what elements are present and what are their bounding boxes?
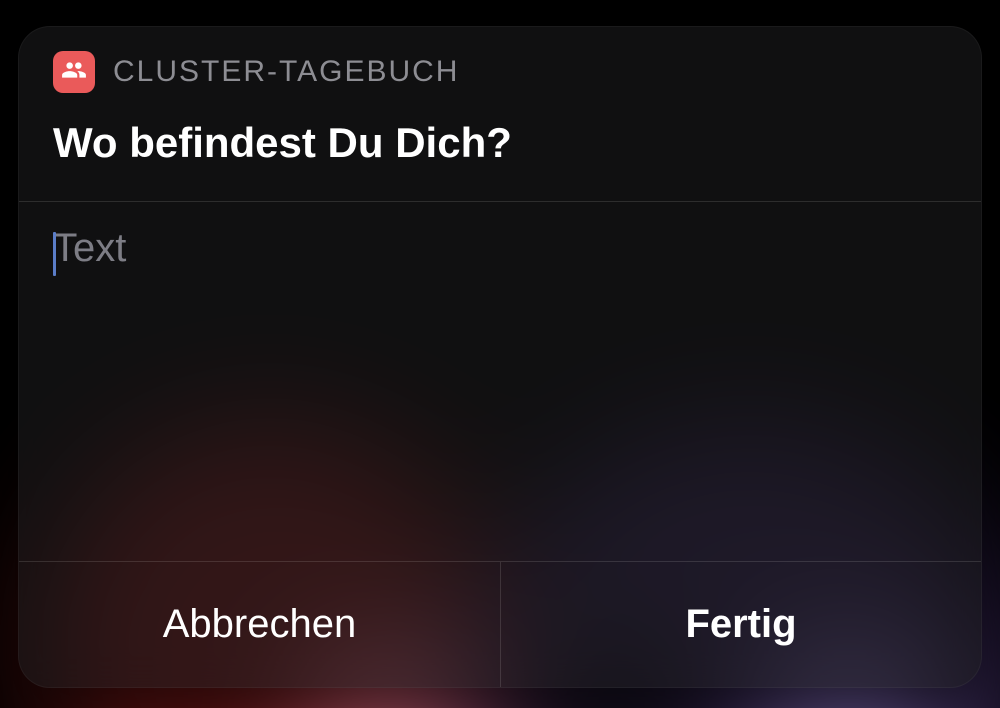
people-icon — [61, 57, 87, 88]
button-row: Abbrechen Fertig — [19, 561, 981, 687]
location-input[interactable] — [53, 226, 947, 549]
app-icon — [53, 51, 95, 93]
text-cursor — [53, 232, 56, 276]
app-name-label: CLUSTER-TAGEBUCH — [113, 55, 459, 89]
prompt-title: Wo befindest Du Dich? — [19, 103, 981, 201]
input-area[interactable] — [19, 202, 981, 561]
sheet-header: CLUSTER-TAGEBUCH — [19, 27, 981, 103]
done-button[interactable]: Fertig — [500, 562, 981, 687]
prompt-sheet: CLUSTER-TAGEBUCH Wo befindest Du Dich? A… — [18, 26, 982, 688]
cancel-button[interactable]: Abbrechen — [19, 562, 500, 687]
